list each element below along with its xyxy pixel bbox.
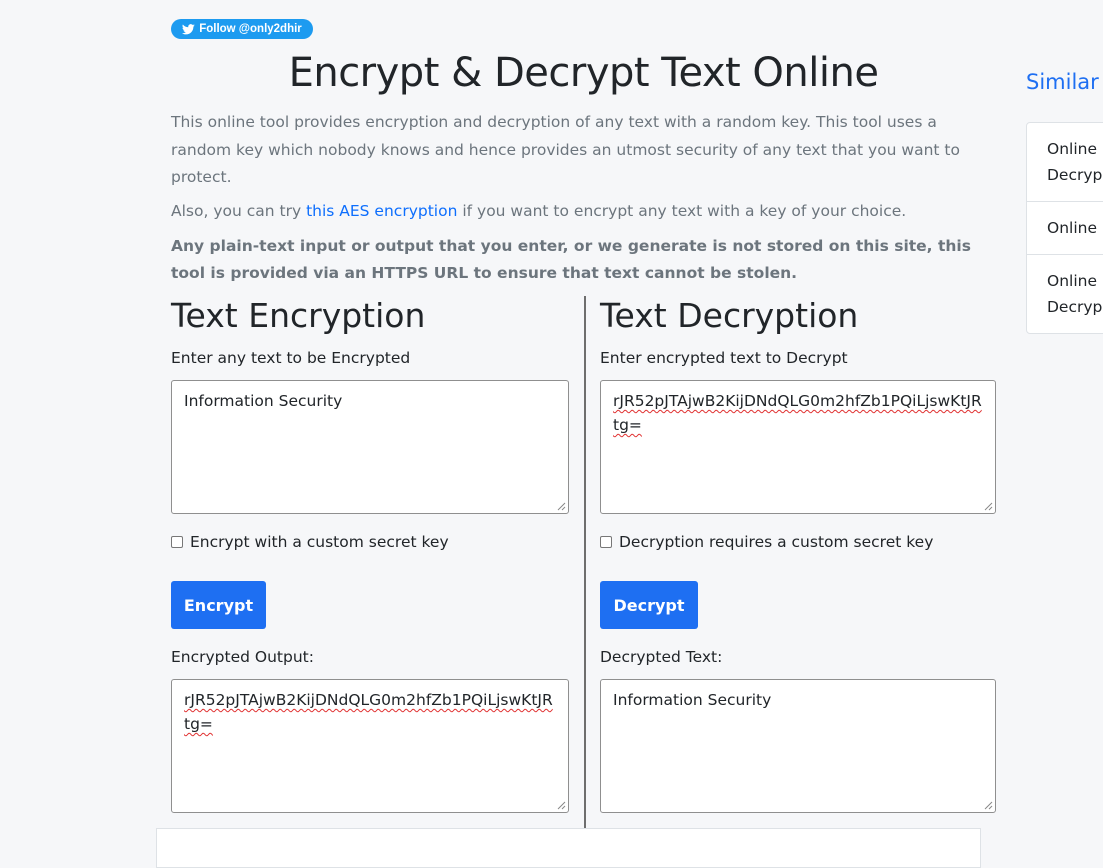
encrypted-output-textarea[interactable]: rJR52pJTAjwB2KijDNdQLG0m2hfZb1PQiLjswKtJ… (171, 679, 569, 813)
encrypt-input-textarea[interactable]: Information Security (171, 380, 569, 514)
similar-tools-list: Online Decryp Online Online Decryp (1026, 122, 1103, 334)
aes-line-prefix: Also, you can try (171, 202, 307, 220)
similar-tools-title: Similar (1026, 70, 1099, 94)
encrypt-custom-key-option[interactable]: Encrypt with a custom secret key (171, 532, 449, 552)
encrypt-input-value: Information Security (184, 392, 343, 410)
twitter-follow-button[interactable]: Follow @only2dhir (171, 19, 313, 39)
decrypted-output-value: Information Security (613, 691, 772, 709)
decrypted-output-textarea[interactable]: Information Security (600, 679, 996, 813)
decrypt-custom-key-option[interactable]: Decryption requires a custom secret key (600, 532, 933, 552)
decrypt-input-value: rJR52pJTAjwB2KijDNdQLG0m2hfZb1PQiLjswKtJ… (613, 392, 982, 434)
decrypt-input-label: Enter encrypted text to Decrypt (600, 349, 848, 367)
encrypted-output-value: rJR52pJTAjwB2KijDNdQLG0m2hfZb1PQiLjswKtJ… (184, 691, 553, 733)
encrypt-custom-key-label: Encrypt with a custom secret key (190, 533, 449, 551)
aes-encryption-link[interactable]: this AES encryption (306, 202, 457, 220)
resize-grip-icon[interactable] (984, 801, 993, 810)
decrypt-custom-key-label: Decryption requires a custom secret key (619, 533, 934, 551)
decrypt-custom-key-checkbox[interactable] (600, 536, 612, 548)
similar-tool-item[interactable]: Online (1027, 202, 1103, 255)
encryption-section-title: Text Encryption (171, 296, 426, 335)
decrypted-output-label: Decrypted Text: (600, 648, 723, 666)
encrypt-input-label: Enter any text to be Encrypted (171, 349, 411, 367)
bottom-card (156, 828, 981, 868)
column-divider (584, 296, 586, 829)
decrypt-input-textarea[interactable]: rJR52pJTAjwB2KijDNdQLG0m2hfZb1PQiLjswKtJ… (600, 380, 996, 514)
aes-line-suffix: if you want to encrypt any text with a k… (457, 202, 907, 220)
resize-grip-icon[interactable] (557, 502, 566, 511)
intro-text: This online tool provides encryption and… (171, 113, 960, 186)
encrypt-button[interactable]: Encrypt (171, 581, 266, 629)
twitter-bird-icon (182, 23, 195, 34)
encrypt-custom-key-checkbox[interactable] (171, 536, 183, 548)
decryption-section-title: Text Decryption (600, 296, 859, 335)
encrypted-output-label: Encrypted Output: (171, 648, 314, 666)
follow-button-label: Follow @only2dhir (199, 23, 302, 35)
decrypt-button[interactable]: Decrypt (600, 581, 698, 629)
resize-grip-icon[interactable] (557, 801, 566, 810)
similar-tool-item[interactable]: Online Decryp (1027, 255, 1103, 333)
resize-grip-icon[interactable] (984, 502, 993, 511)
similar-tool-item[interactable]: Online Decryp (1027, 123, 1103, 202)
aes-encryption-line: Also, you can try this AES encryption if… (171, 199, 971, 223)
page-title: Encrypt & Decrypt Text Online (288, 50, 879, 96)
security-notice: Any plain-text input or output that you … (171, 237, 971, 282)
